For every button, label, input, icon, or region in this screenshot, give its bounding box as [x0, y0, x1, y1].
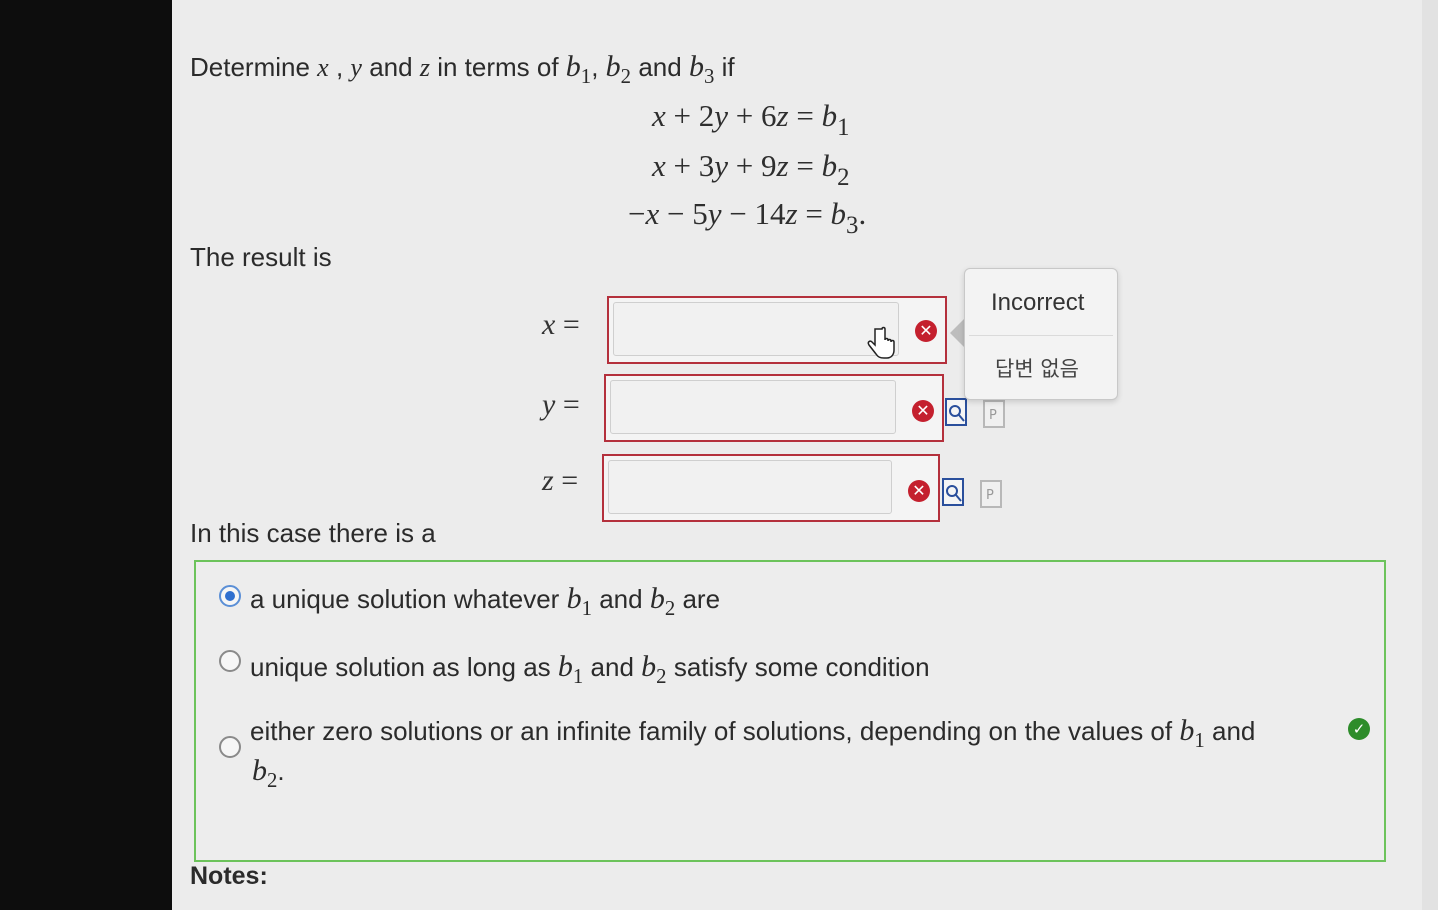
option-2-label[interactable]: unique solution as long as b1 and b2 sat… [250, 650, 930, 688]
answer-field-y-wrapper: ✕ [604, 374, 944, 442]
formula-editor-y-icon[interactable]: P [983, 400, 1005, 428]
equation-2: x + 3y + 9z = b2 [652, 148, 850, 191]
option-2-radio[interactable] [219, 650, 241, 672]
option-3-label[interactable]: either zero solutions or an infinite fam… [250, 714, 1255, 752]
tooltip-divider [969, 335, 1113, 336]
b2-symbol: b [605, 50, 621, 83]
comma: , [591, 52, 599, 82]
tooltip-arrow [950, 318, 965, 348]
page-edge [1422, 0, 1438, 910]
error-z-icon[interactable]: ✕ [908, 480, 930, 502]
answer-field-x-wrapper: ✕ [607, 296, 947, 364]
answer-label-x: x = [542, 308, 580, 341]
comma: , [335, 52, 344, 82]
if-word: if [721, 52, 735, 82]
svg-text:P: P [986, 488, 994, 503]
b1-symbol: b [565, 50, 581, 83]
preview-z-icon[interactable] [942, 478, 964, 506]
and-word: and [369, 52, 413, 82]
result-label: The result is [190, 242, 332, 272]
b1-subscript: 1 [580, 65, 592, 89]
case-label: In this case there is a [190, 518, 436, 548]
tooltip-message: 답변 없음 [995, 357, 1079, 381]
var-z: z [419, 53, 430, 82]
answer-input-z[interactable] [608, 460, 892, 514]
answer-input-x[interactable] [613, 302, 899, 356]
b3-subscript: 3 [703, 65, 715, 89]
error-x-icon[interactable]: ✕ [915, 320, 937, 342]
var-x: x [317, 53, 329, 82]
question-text: Determine x , y and z in terms of b1, b2… [190, 50, 735, 88]
option-3-label-line2[interactable]: b2. [252, 754, 285, 792]
option-1-label[interactable]: a unique solution whatever b1 and b2 are [250, 582, 720, 620]
incorrect-tooltip: Incorrect 답변 없음 [964, 268, 1118, 400]
answer-field-z-wrapper: ✕ [602, 454, 940, 522]
var-y: y [350, 53, 362, 82]
notes-label: Notes: [190, 862, 268, 890]
question-prefix: Determine [190, 52, 310, 82]
error-y-icon[interactable]: ✕ [912, 400, 934, 422]
svg-text:P: P [989, 408, 997, 423]
correct-check-icon: ✓ [1348, 718, 1370, 740]
preview-y-icon[interactable] [945, 398, 967, 426]
option-1-radio[interactable] [219, 585, 241, 607]
hand-cursor-icon [867, 326, 895, 359]
b2-subscript: 2 [620, 65, 632, 89]
tooltip-title: Incorrect [991, 289, 1085, 316]
b3-symbol: b [688, 50, 704, 83]
equation-3: −x − 5y − 14z = b3. [628, 196, 867, 239]
answer-label-z: z = [542, 464, 579, 497]
and-word: and [638, 52, 682, 82]
answer-input-y[interactable] [610, 380, 896, 434]
in-terms-of: in terms of [437, 52, 559, 82]
answer-label-y: y = [542, 388, 580, 421]
equation-1: x + 2y + 6z = b1 [652, 98, 850, 141]
formula-editor-z-icon[interactable]: P [980, 480, 1002, 508]
option-3-radio[interactable] [219, 736, 241, 758]
